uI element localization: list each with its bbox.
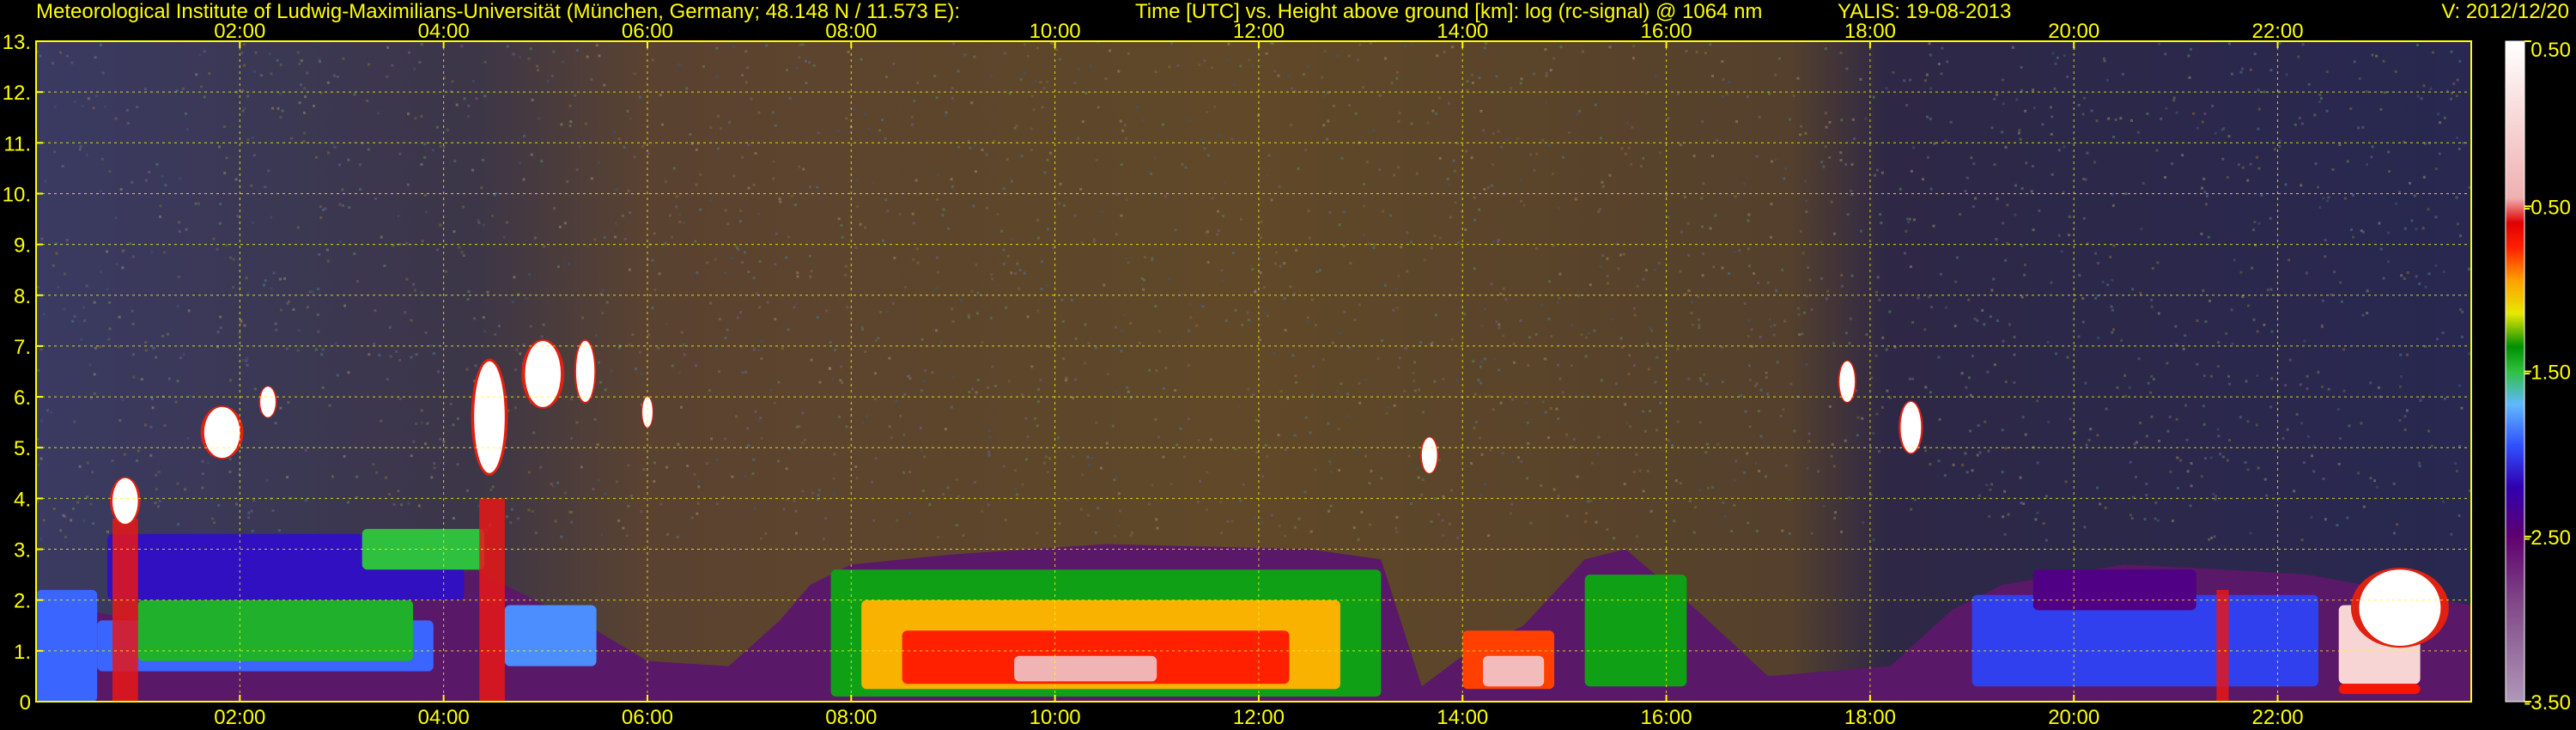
y-tick-label: 12. bbox=[3, 82, 31, 105]
x-tick-label-bottom: 06:00 bbox=[622, 706, 673, 729]
x-tick-label-bottom: 14:00 bbox=[1437, 706, 1488, 729]
aerosol-band bbox=[1483, 655, 1545, 687]
y-tick-label: 13. bbox=[3, 31, 31, 54]
cloud bbox=[642, 397, 653, 428]
colorbar bbox=[2505, 40, 2525, 703]
instrument-date: YALIS: 19-08-2013 bbox=[1838, 0, 2012, 23]
y-tick-label: 3. bbox=[14, 539, 31, 563]
y-tick-label: 0 bbox=[20, 691, 31, 715]
cloud bbox=[575, 341, 595, 402]
institute-title: Meteorological Institute of Ludwig-Maxim… bbox=[36, 0, 961, 23]
y-tick-label: 7. bbox=[14, 336, 31, 359]
x-tick-label-bottom: 10:00 bbox=[1030, 706, 1081, 729]
x-tick-label-bottom: 12:00 bbox=[1233, 706, 1285, 729]
x-tick-label-bottom: 22:00 bbox=[2252, 706, 2304, 729]
aerosol-band bbox=[1014, 655, 1157, 682]
cloud bbox=[2359, 569, 2441, 646]
x-tick-label-bottom: 16:00 bbox=[1641, 706, 1692, 729]
version-label: V: 2012/12/20 bbox=[2441, 0, 2569, 23]
y-tick-label: 11. bbox=[3, 132, 31, 155]
cloud bbox=[1421, 437, 1437, 473]
y-tick-label: 8. bbox=[14, 285, 31, 308]
y-tick-label: 2. bbox=[14, 590, 31, 613]
precip-column bbox=[112, 519, 138, 702]
x-tick-label-top: 10:00 bbox=[1030, 20, 1081, 43]
cloud bbox=[1900, 402, 1922, 453]
y-tick-label: 6. bbox=[14, 386, 31, 410]
x-tick-label-bottom: 20:00 bbox=[2048, 706, 2099, 729]
colorbar-tick-label: 0.50 bbox=[2530, 39, 2571, 62]
x-tick-label-bottom: 04:00 bbox=[418, 706, 470, 729]
lidar-quicklook-chart: 02:0002:0004:0004:0006:0006:0008:0008:00… bbox=[0, 0, 2576, 730]
cloud bbox=[204, 406, 240, 459]
x-tick-label-top: 22:00 bbox=[2252, 20, 2304, 43]
colorbar-tick-label: -2.50 bbox=[2524, 526, 2571, 550]
y-tick-label: 4. bbox=[14, 488, 31, 511]
aerosol-band bbox=[2032, 569, 2196, 611]
plot-description: Time [UTC] vs. Height above ground [km]:… bbox=[1135, 0, 1763, 23]
cloud bbox=[260, 386, 276, 417]
aerosol-band bbox=[504, 605, 597, 666]
colorbar-tick-label: -3.50 bbox=[2524, 691, 2571, 715]
heatmap-layer bbox=[36, 41, 2471, 702]
x-tick-label-top: 20:00 bbox=[2048, 20, 2099, 43]
cloud bbox=[112, 478, 138, 524]
x-tick-label-bottom: 02:00 bbox=[214, 706, 265, 729]
x-tick-label-bottom: 08:00 bbox=[825, 706, 877, 729]
aerosol-band bbox=[137, 599, 414, 661]
colorbar-tick-label: -0.50 bbox=[2524, 196, 2571, 219]
colorbar-tick-label: -1.50 bbox=[2524, 362, 2571, 385]
y-tick-label: 10. bbox=[3, 183, 31, 206]
precip-column bbox=[2216, 589, 2229, 702]
x-tick-label-bottom: 18:00 bbox=[1844, 706, 1896, 729]
y-tick-label: 5. bbox=[14, 437, 31, 460]
y-tick-label: 9. bbox=[14, 234, 31, 258]
aerosol-band bbox=[36, 589, 98, 702]
aerosol-band bbox=[2338, 684, 2421, 695]
aerosol-band bbox=[1584, 575, 1687, 687]
y-tick-label: 1. bbox=[14, 641, 31, 664]
cloud bbox=[1839, 361, 1856, 402]
cloud bbox=[474, 361, 505, 473]
